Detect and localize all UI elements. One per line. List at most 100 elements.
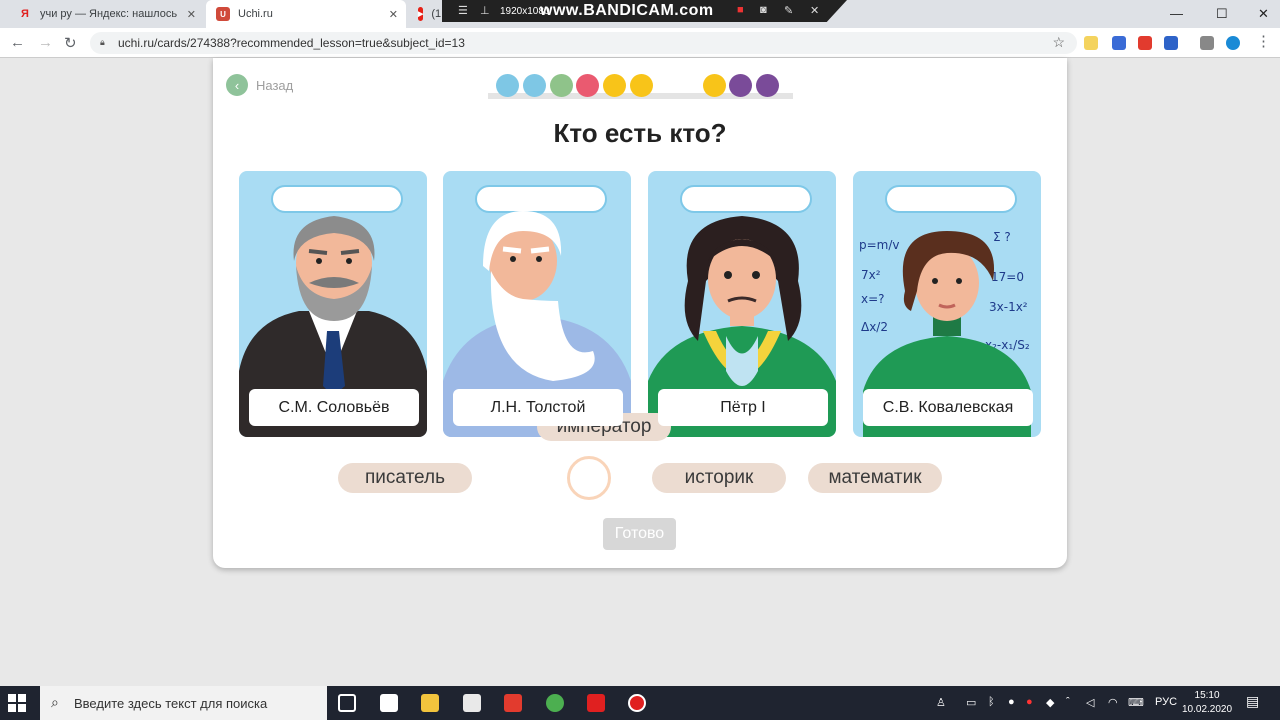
keyboard-icon[interactable]: ⌨: [1128, 696, 1144, 709]
yandex-icon: Я: [21, 8, 29, 20]
language-indicator[interactable]: РУС: [1155, 696, 1177, 708]
cart-icon[interactable]: [1164, 36, 1178, 50]
store-icon[interactable]: [463, 694, 481, 712]
folder-icon[interactable]: [421, 694, 439, 712]
uchi-icon: U: [216, 7, 230, 21]
tab-uchi[interactable]: U Uchi.ru ✕: [206, 0, 406, 28]
back-arrow-icon[interactable]: ←: [10, 34, 25, 51]
progress-dot: [630, 74, 653, 97]
person-card-peter[interactable]: Пётр I: [648, 171, 836, 437]
pin-icon: ⊥: [480, 5, 490, 17]
bookmark-star-icon[interactable]: ☆: [1052, 34, 1065, 51]
people-icon[interactable]: ♙: [936, 696, 946, 709]
close-window-icon[interactable]: ✕: [1258, 6, 1269, 22]
pencil-icon: ✎: [784, 5, 794, 17]
search-icon: ⌕: [51, 694, 59, 710]
clock-date: 10.02.2020: [1182, 704, 1233, 715]
forward-arrow-icon[interactable]: →: [38, 34, 53, 51]
chevron-left-icon: ‹: [226, 74, 248, 96]
url-bar[interactable]: 🔒︎ uchi.ru/cards/274388?recommended_less…: [90, 32, 1077, 54]
tab-title: Uchi.ru: [238, 8, 273, 20]
avatar[interactable]: [1226, 36, 1240, 50]
record-icon: ■: [737, 4, 744, 16]
taskbar: ⌕ Введите здесь текст для поиска ♙ ▭ ᛒ ●…: [0, 686, 1280, 720]
back-label: Назад: [256, 77, 294, 93]
wifi-icon[interactable]: ◠: [1108, 696, 1118, 709]
clock[interactable]: 15:10 10.02.2020: [1182, 689, 1232, 717]
back-button[interactable]: ‹ Назад: [226, 74, 293, 96]
word-chip[interactable]: писатель: [338, 463, 472, 493]
notification-icon[interactable]: ▤: [1246, 693, 1259, 710]
chevron-up-icon[interactable]: ˆ: [1066, 696, 1070, 708]
volume-icon[interactable]: ◁: [1086, 696, 1094, 709]
more-menu-icon[interactable]: ⋮: [1256, 32, 1271, 50]
extension-icon[interactable]: [1084, 36, 1098, 50]
close-tab-icon[interactable]: ✕: [389, 8, 398, 21]
svg-text:p=m/v: p=m/v: [859, 238, 900, 252]
task-view-icon[interactable]: [338, 694, 356, 712]
tab-strip: Я учи ру — Яндекс: нашлось 16 млн ✕ U Uc…: [0, 0, 1280, 28]
svg-text:3x-1x²: 3x-1x²: [989, 300, 1028, 314]
progress-dot: [550, 74, 573, 97]
close-tab-icon[interactable]: ✕: [187, 8, 196, 21]
bandicam-record-icon[interactable]: [628, 694, 646, 712]
person-name: Пётр I: [658, 389, 828, 426]
person-card-tolstoy[interactable]: Л.Н. Толстой: [443, 171, 631, 437]
windows-start-icon[interactable]: [8, 694, 26, 712]
svg-text:x=?: x=?: [861, 292, 885, 306]
chrome-icon[interactable]: [546, 694, 564, 712]
cart-icon[interactable]: [1112, 36, 1126, 50]
mail-icon[interactable]: [380, 694, 398, 712]
flag-icon[interactable]: [1138, 36, 1152, 50]
shield-icon[interactable]: ◆: [1046, 696, 1054, 709]
camera-icon: ◙: [760, 4, 767, 16]
progress-dot: [576, 74, 599, 97]
tab-title: учи ру — Яндекс: нашлось 16 млн: [40, 8, 180, 20]
tab-yandex[interactable]: Я учи ру — Яндекс: нашлось 16 млн ✕: [8, 0, 204, 28]
person-name: Л.Н. Толстой: [453, 389, 623, 426]
menu-icon: ☰: [458, 5, 468, 17]
roblox-icon[interactable]: [504, 694, 522, 712]
progress-dot: [756, 74, 779, 97]
lesson-card: ‹ Назад Кто есть кто? С.М. Соловьёв Л.Н.…: [213, 58, 1067, 568]
lesson-progress: [488, 72, 793, 102]
taskbar-search-input[interactable]: ⌕ Введите здесь текст для поиска: [40, 686, 327, 720]
url-text: uchi.ru/cards/274388?recommended_lesson=…: [118, 36, 465, 50]
network-icon[interactable]: ▭: [966, 696, 976, 709]
playlist-icon[interactable]: [1200, 36, 1214, 50]
reload-icon[interactable]: ↻: [64, 34, 77, 52]
svg-text:17=0: 17=0: [991, 270, 1024, 284]
record-icon[interactable]: ●: [1026, 696, 1033, 708]
svg-text:Σ ?: Σ ?: [993, 230, 1011, 244]
svg-text:7x²: 7x²: [861, 268, 881, 282]
close-icon: ✕: [810, 5, 820, 17]
bandicam-overlay: ☰ ⊥ 1920x1080 www.BANDICAM.com ■ ◙ ✎ ✕: [442, 0, 847, 22]
address-toolbar: ← → ↻ 🔒︎ uchi.ru/cards/274388?recommende…: [0, 28, 1280, 58]
word-chip[interactable]: математик: [808, 463, 942, 493]
person-card-kovalevskaya[interactable]: p=m/v 7x² x=? Δx/2 Σ ? 17=0 3x-1x² x₂-x₁/S₂ …: [853, 171, 1041, 437]
search-placeholder: Введите здесь текст для поиска: [74, 695, 268, 711]
progress-dot: [523, 74, 546, 97]
person-name: С.В. Ковалевская: [863, 389, 1033, 426]
progress-dot: [703, 74, 726, 97]
maximize-icon[interactable]: ☐: [1216, 6, 1228, 22]
done-button[interactable]: Готово: [603, 518, 676, 550]
youtube-icon: ▶: [418, 7, 424, 21]
yandex-browser-icon[interactable]: [587, 694, 605, 712]
bluetooth-icon[interactable]: ᛒ: [988, 696, 995, 708]
progress-dot: [496, 74, 519, 97]
minimize-icon[interactable]: —: [1170, 6, 1183, 21]
empty-slot-indicator: [567, 456, 611, 500]
progress-dot: [603, 74, 626, 97]
page-title: Кто есть кто?: [553, 118, 727, 148]
tray-app-icon[interactable]: ●: [1008, 696, 1015, 708]
bandicam-brand: www.BANDICAM.com: [540, 2, 714, 19]
svg-text:Δx/2: Δx/2: [861, 320, 888, 334]
lock-icon: 🔒︎: [100, 37, 105, 47]
person-card-solovyov[interactable]: С.М. Соловьёв: [239, 171, 427, 437]
progress-dot: [729, 74, 752, 97]
word-chip[interactable]: историк: [652, 463, 786, 493]
clock-time: 15:10: [1194, 690, 1220, 701]
tab-title: (1: [431, 8, 442, 20]
person-name: С.М. Соловьёв: [249, 389, 419, 426]
